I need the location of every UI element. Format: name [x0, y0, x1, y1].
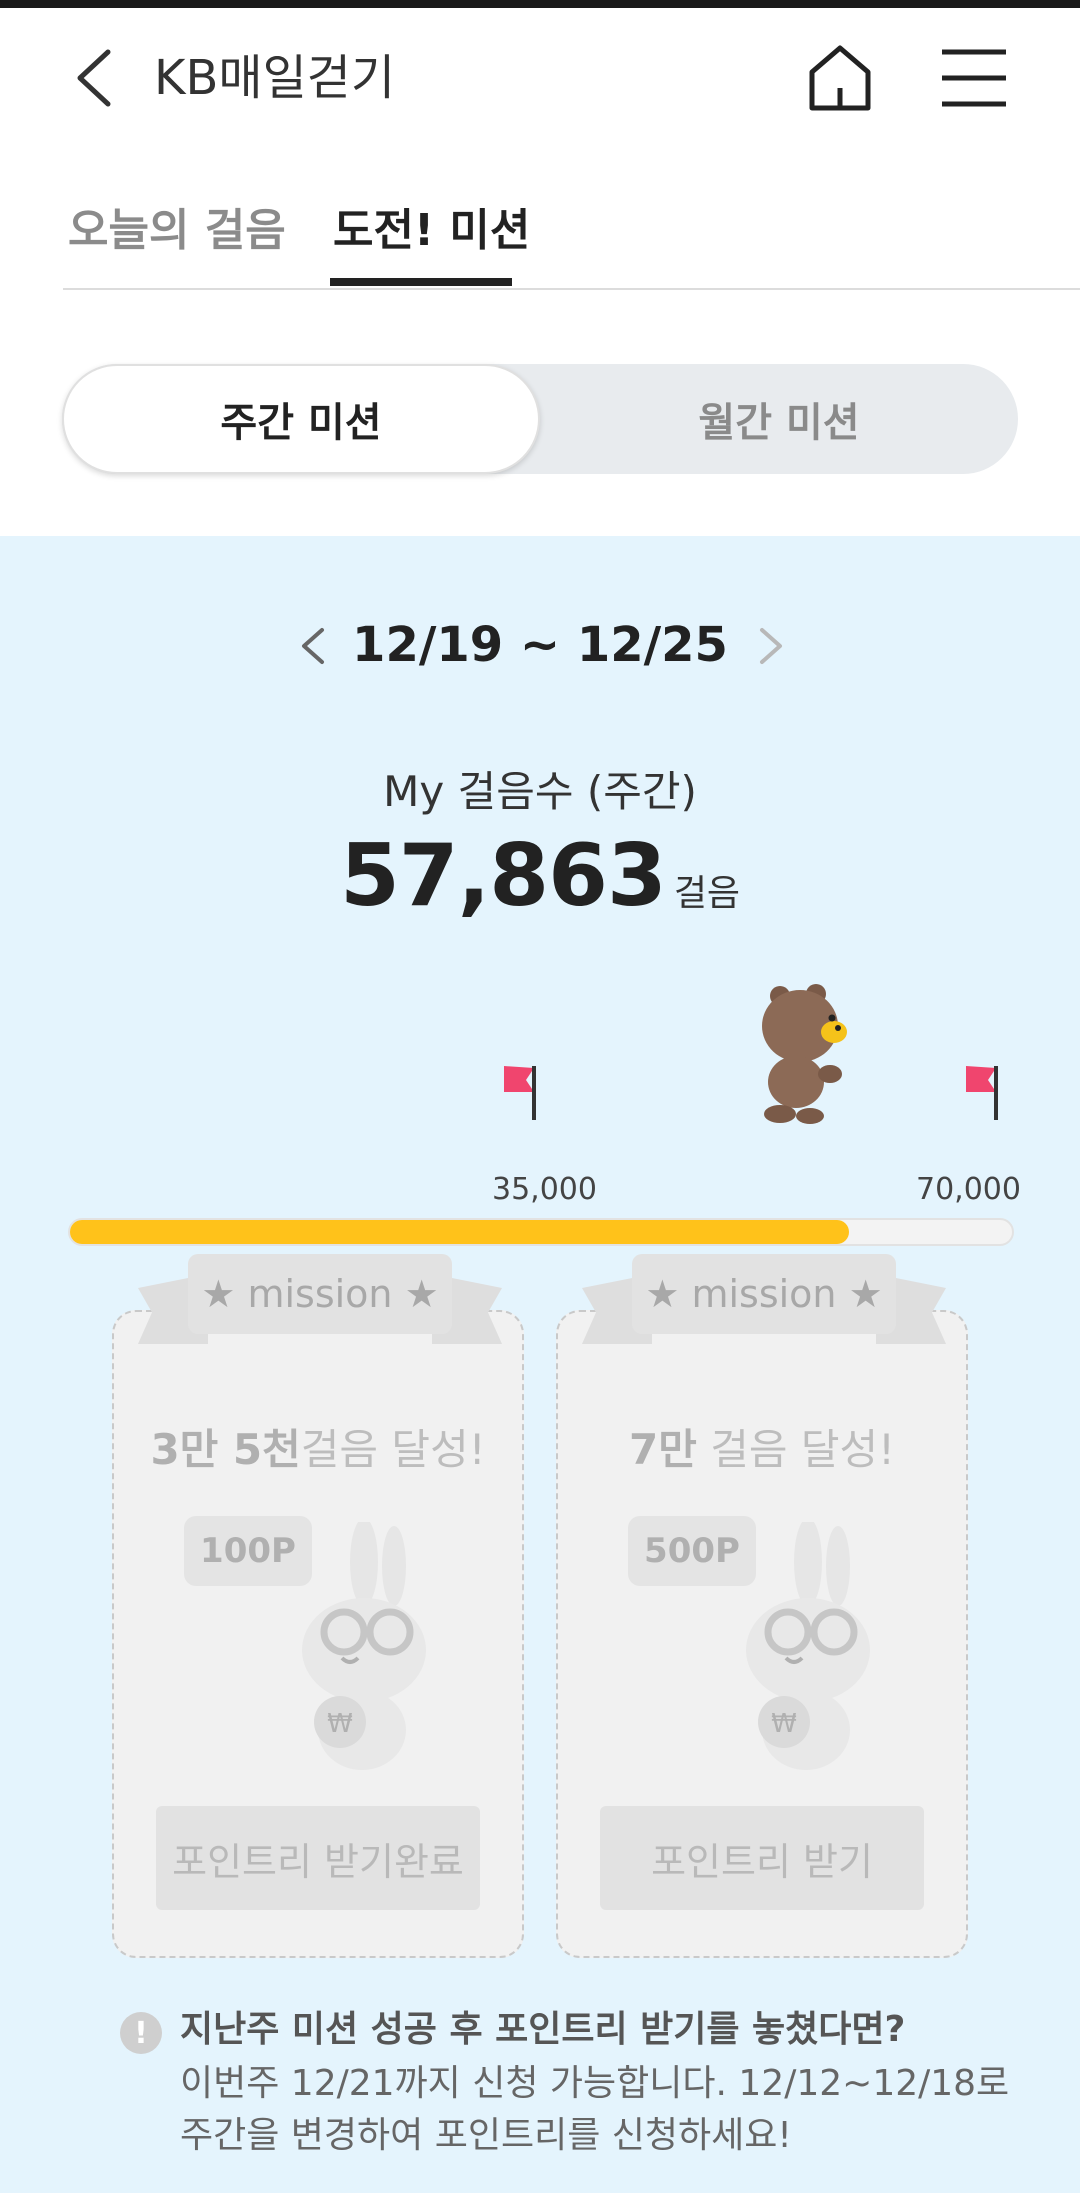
- tab-today-steps[interactable]: 오늘의 걸음: [68, 198, 286, 264]
- weekly-steps-label: My 걸음수 (주간): [383, 767, 697, 816]
- next-week-button[interactable]: [752, 616, 792, 676]
- active-tab-indicator: [330, 278, 512, 286]
- rabbit-character-icon: ₩: [728, 1518, 878, 1782]
- chevron-left-icon: [77, 49, 111, 107]
- tab-challenge-mission[interactable]: 도전! 미션: [333, 198, 530, 264]
- svg-text:₩: ₩: [327, 1709, 353, 1739]
- mission-ribbon: ★ mission ★: [138, 1254, 502, 1354]
- back-button[interactable]: [64, 38, 124, 118]
- page-title: KB매일걷기: [154, 50, 396, 106]
- milestone-flag-icon: [500, 1062, 540, 1122]
- weekly-progress-bar: [68, 1218, 1014, 1246]
- app-header: KB매일걷기: [0, 8, 1080, 140]
- milestone-70000-label: 70,000: [916, 1172, 1021, 1207]
- week-range: 12/19 ~ 12/25: [352, 617, 728, 673]
- notice-body: 이번주 12/21까지 신청 가능합니다. 12/12~12/18로 주간을 변…: [180, 2063, 1010, 2156]
- tab-bar: 오늘의 걸음 도전! 미션: [63, 190, 1080, 290]
- mission-card-35000: ★ mission ★ 3만 5천걸음 달성! 100P ₩ 포인트리 받기완료: [112, 1254, 524, 1958]
- mission-ribbon-label: ★ mission ★: [632, 1254, 896, 1334]
- chevron-left-icon: [302, 628, 324, 664]
- mission-title: 3만 5천걸음 달성!: [150, 1425, 486, 1474]
- bear-character-icon: [758, 984, 868, 1124]
- mission-card-70000: ★ mission ★ 7만 걸음 달성! 500P ₩ 포인트리 받기: [556, 1254, 968, 1958]
- chevron-right-icon: [760, 628, 782, 664]
- weekly-mission-option[interactable]: 주간 미션: [62, 364, 540, 474]
- goal-flag-icon: [962, 1062, 1002, 1122]
- rabbit-character-icon: ₩: [284, 1518, 434, 1782]
- info-icon: !: [120, 2012, 162, 2054]
- progress-fill: [70, 1220, 850, 1244]
- steps-unit: 걸음: [673, 873, 741, 914]
- notice-title: 지난주 미션 성공 후 포인트리 받기를 놓쳤다면?: [180, 2009, 906, 2050]
- mission-panel: 12/19 ~ 12/25 My 걸음수 (주간) 57,863 걸음 35,0…: [0, 536, 1080, 2193]
- mission-period-toggle: 주간 미션 월간 미션: [62, 364, 1018, 474]
- milestone-35000-label: 35,000: [492, 1172, 597, 1207]
- home-button[interactable]: [800, 36, 880, 116]
- mission-ribbon: ★ mission ★: [582, 1254, 946, 1354]
- monthly-mission-option[interactable]: 월간 미션: [540, 364, 1018, 474]
- menu-button[interactable]: [934, 36, 1014, 116]
- weekly-steps: 57,863 걸음: [0, 826, 1080, 926]
- steps-count: 57,863: [339, 826, 667, 926]
- previous-week-button[interactable]: [292, 616, 332, 676]
- svg-text:₩: ₩: [771, 1709, 797, 1739]
- mission-ribbon-label: ★ mission ★: [188, 1254, 452, 1334]
- hamburger-menu-icon: [942, 49, 1006, 107]
- claim-points-button[interactable]: 포인트리 받기: [600, 1806, 924, 1910]
- claim-points-button[interactable]: 포인트리 받기완료: [156, 1806, 480, 1910]
- mission-title: 7만 걸음 달성!: [629, 1425, 895, 1474]
- week-navigator: 12/19 ~ 12/25: [0, 606, 1080, 686]
- home-icon: [809, 45, 871, 111]
- status-bar-strip: [0, 0, 1080, 8]
